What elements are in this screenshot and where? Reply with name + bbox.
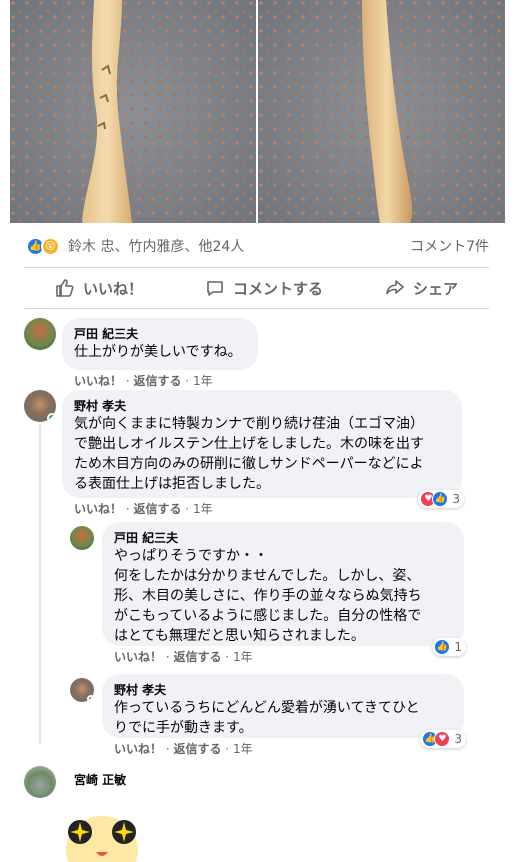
comment-bubble: 野村 孝夫 気が向くままに特製カンナで削り続け荏油（エゴマ油） で艶出しオイルス… (62, 390, 464, 508)
comment-text-line: 形、木目の美しさに、作り手の並々ならぬ気持ち (114, 588, 422, 604)
avatar[interactable] (24, 318, 56, 350)
share-button[interactable]: シェア (385, 278, 458, 299)
comment-reply-link[interactable]: 返信する (133, 374, 181, 388)
reply-comment: 野村 孝夫 作っているうちにどんどん愛着が湧いてきてひと りでに手が動きます。 … (70, 674, 466, 757)
sticker-smiley-icon[interactable] (62, 802, 142, 862)
comment-reply-link[interactable]: 返信する (173, 650, 221, 664)
comment-time[interactable]: 1年 (193, 374, 213, 388)
post-photos (10, 0, 505, 223)
comment-like-link[interactable]: いいね！ (114, 650, 162, 664)
share-icon (386, 280, 404, 295)
comment-time[interactable]: 1年 (233, 742, 253, 756)
comment-bubble: 戸田 紀三夫 仕上がりが美しいですね。 (62, 318, 258, 370)
comment-text-line: ため木目方向のみの研削に徹しサンドペーパーなどによ (74, 456, 424, 472)
comment-like-link[interactable]: いいね！ (74, 502, 122, 516)
comments-count[interactable]: コメント7件 (410, 236, 489, 256)
wow-reaction-icon: 😮 (41, 236, 60, 256)
like-reaction-icon: 👍 (434, 639, 451, 655)
comment-author[interactable]: 宮崎 正敏 (74, 772, 142, 788)
avatar[interactable] (70, 526, 94, 550)
reactors-text[interactable]: 鈴木 忠、竹内雅彦、他24人 (68, 236, 244, 256)
comment-text-line: やっぱりそうですか・・ (114, 548, 268, 564)
divider (24, 267, 489, 268)
comment-author[interactable]: 野村 孝夫 (74, 398, 450, 414)
share-button-label: シェア (412, 279, 458, 298)
comment-bubble: 野村 孝夫 作っているうちにどんどん愛着が湧いてきてひと りでに手が動きます。 … (102, 674, 466, 748)
comment-reaction-count: 3 (454, 732, 462, 746)
avatar[interactable] (24, 390, 56, 422)
comment-text-line: る表面仕上げは拒否しました。 (74, 476, 270, 492)
comment-bubble: 戸田 紀三夫 やっぱりそうですか・・ 何をしたかは分かりませんでした。しかし、姿… (102, 522, 466, 656)
online-status-indicator (47, 413, 56, 422)
comment-text-line: りでに手が動きます。 (114, 720, 253, 736)
like-reaction-icon: 👍 (432, 491, 449, 507)
comment-meta: いいね！ · 返信する · 1年 (114, 742, 253, 756)
avatar[interactable] (70, 678, 94, 702)
comment-button-label: コメントする (232, 279, 323, 298)
comment-text-line: はとても無理だと思い知らされました。 (114, 628, 365, 644)
comment: 宮崎 正敏 (24, 766, 142, 862)
comment-meta: いいね！ · 返信する · 1年 (74, 502, 213, 516)
comment-time[interactable]: 1年 (233, 650, 253, 664)
comment-meta: いいね！ · 返信する · 1年 (114, 650, 253, 664)
comment-icon (207, 281, 223, 296)
thumbs-up-icon (56, 279, 74, 297)
comment-reply-link[interactable]: 返信する (133, 502, 181, 516)
comment-reactions[interactable]: ♥ 👍 3 (418, 490, 464, 508)
comment-reaction-count: 1 (454, 640, 462, 654)
reply-comment: 戸田 紀三夫 やっぱりそうですか・・ 何をしたかは分かりませんでした。しかし、姿… (70, 522, 466, 665)
online-status-indicator (87, 695, 94, 702)
comment-meta: いいね！ · 返信する · 1年 (74, 374, 213, 388)
comment-like-link[interactable]: いいね！ (114, 742, 162, 756)
comment-like-link[interactable]: いいね！ (74, 374, 122, 388)
post-photo-left[interactable] (10, 0, 256, 223)
post-photo-right[interactable] (258, 0, 505, 223)
comment-author[interactable]: 野村 孝夫 (114, 682, 452, 698)
reaction-icons[interactable]: 👍 😮 (26, 236, 60, 256)
comment: 戸田 紀三夫 仕上がりが美しいですね。 いいね！ · 返信する · 1年 (24, 318, 258, 389)
divider (24, 308, 489, 309)
post-actions: いいね！ コメントする シェア (24, 272, 489, 304)
comment-text-line: 何をしたかは分かりませんでした。しかし、姿、 (114, 568, 421, 584)
love-reaction-icon: ♥ (434, 731, 451, 747)
comment-reactions[interactable]: 👍 ♥ 3 (420, 730, 466, 748)
comment-time[interactable]: 1年 (193, 502, 213, 516)
comment-reply-link[interactable]: 返信する (173, 742, 221, 756)
comment-author[interactable]: 戸田 紀三夫 (74, 326, 246, 342)
comment: 野村 孝夫 気が向くままに特製カンナで削り続け荏油（エゴマ油） で艶出しオイルス… (24, 390, 464, 517)
comment-author[interactable]: 戸田 紀三夫 (114, 530, 452, 546)
comment-reaction-count: 3 (452, 492, 460, 506)
like-button-label: いいね！ (82, 279, 143, 298)
comment-text-line: 作っているうちにどんどん愛着が湧いてきてひと (114, 700, 420, 716)
comment-button[interactable]: コメントする (205, 278, 323, 299)
comment-text-line: で艶出しオイルステン仕上げをしました。木の味を出す (74, 436, 424, 452)
comment-text-line: 気が向くままに特製カンナで削り続け荏油（エゴマ油） (74, 416, 424, 432)
avatar[interactable] (24, 766, 56, 798)
reactions-summary: 👍 😮 鈴木 忠、竹内雅彦、他24人 コメント7件 (26, 234, 489, 258)
comment-reactions[interactable]: 👍 1 (432, 638, 466, 656)
comment-text-line: がこもっているように感じました。自分の性格で (114, 608, 422, 624)
comment-text: 仕上がりが美しいですね。 (74, 344, 242, 360)
like-button[interactable]: いいね！ (55, 278, 143, 299)
